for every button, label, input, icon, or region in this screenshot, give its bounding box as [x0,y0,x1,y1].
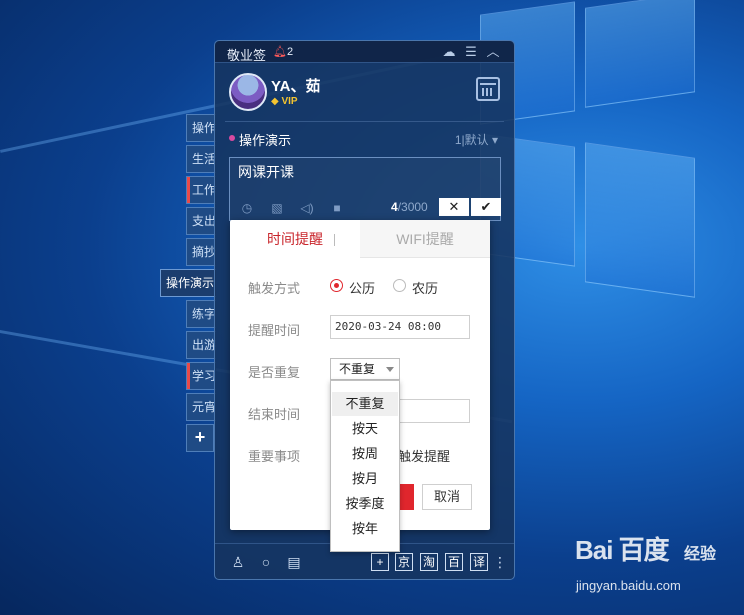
wallpaper-pane [585,0,695,108]
category-tab-label: 支出 [192,214,216,228]
category-tab-8[interactable]: 学习 [186,362,216,390]
tab-time-reminder[interactable]: 时间提醒 [230,220,360,258]
notification-count: 2 [287,46,294,58]
avatar[interactable] [229,73,267,111]
category-tab-label: 摘抄 [192,245,216,259]
end-time-label: 结束时间 [248,407,301,422]
cancel-button[interactable]: 取消 [422,484,472,510]
collapse-icon[interactable]: ︿ [485,44,501,60]
solar-label: 公历 [349,281,376,296]
add-category-button[interactable]: + [186,424,214,452]
lunar-radio[interactable] [393,279,406,292]
note-confirm-button[interactable]: ✔ [471,198,501,216]
category-tab-label: 练字 [192,307,216,321]
note-toolbar: ◷ ▧ ◁) ■ 4/3000 ✕ ✔ [229,198,501,218]
menu-icon[interactable]: ☰ [463,44,479,60]
user-share-icon[interactable]: ♙ [229,553,247,571]
sort-label: 1|默认 [454,133,489,147]
cloud-sync-icon[interactable]: ☁ [441,44,457,60]
category-tab-0[interactable]: 操作 [186,114,216,142]
list-icon[interactable]: ▤ [285,553,303,571]
char-count-max: /3000 [397,200,428,214]
wallpaper-pane [585,142,695,298]
repeat-option[interactable]: 按季度 [332,492,398,516]
char-count: 4/3000 [391,200,428,214]
trigger-mode-label: 触发方式 [248,281,301,296]
note-cancel-button[interactable]: ✕ [439,198,469,216]
note-text[interactable]: 网课开课 [238,162,294,182]
important-label: 重要事项 [248,449,301,464]
vip-badge: ◆ VIP [271,96,298,107]
repeat-option[interactable]: 不重复 [332,392,398,416]
repeat-option[interactable]: 按年 [332,517,398,541]
search-icon[interactable]: ○ [257,553,275,571]
add-button[interactable]: + [371,553,389,571]
baike-button[interactable]: 百 [445,553,463,571]
username: YA、茹 [271,78,321,95]
category-dot-icon [229,135,235,141]
reminder-time-input[interactable]: 2020-03-24 08:00 [330,315,470,339]
repeat-option[interactable]: 按周 [332,442,398,466]
title-bar: 敬业签 🔔︎ 2 ☁ ☰ ︿ [215,41,514,63]
divider [225,121,504,122]
repeat-label: 是否重复 [248,365,301,380]
baidu-logo: Bai 百度 [575,535,670,565]
tab-wifi-reminder[interactable]: WIFI提醒 [360,220,490,258]
category-tab-label: 学习 [192,369,216,383]
category-color-mark [187,363,190,389]
repeat-option[interactable]: 按月 [332,467,398,491]
category-tab-2[interactable]: 工作 [186,176,216,204]
more-icon[interactable]: ⋮ [491,553,509,571]
category-tab-label: 出游 [192,338,216,352]
category-tab-1[interactable]: 生活 [186,145,216,173]
category-tab-5[interactable]: 操作演示 [160,269,216,297]
category-tab-label: 元宵 [192,400,216,414]
category-tab-3[interactable]: 支出 [186,207,216,235]
reminder-time-label: 提醒时间 [248,323,301,338]
lunar-label: 农历 [412,281,439,296]
jd-button[interactable]: 京 [395,553,413,571]
repeat-select[interactable]: 不重复 [330,358,400,380]
stop-icon[interactable]: ■ [329,200,345,216]
trigger-alert-label: 触发提醒 [398,449,451,464]
category-tab-label: 操作 [192,121,216,135]
clock-icon[interactable]: ◷ [239,200,255,216]
category-tab-9[interactable]: 元宵 [186,393,216,421]
tab-separator [334,234,335,246]
category-title: 操作演示 [239,133,292,148]
category-tab-label: 工作 [192,183,216,197]
watermark-url: jingyan.baidu.com [576,578,681,593]
calendar-icon[interactable] [476,77,500,101]
vip-badge-label: VIP [281,96,298,107]
diamond-icon: ◆ [271,96,282,107]
jingyan-label: 经验 [684,546,717,563]
repeat-select-value: 不重复 [339,362,376,376]
category-color-mark [187,177,190,203]
category-tab-4[interactable]: 摘抄 [186,238,216,266]
category-tab-label: 生活 [192,152,216,166]
char-count-current: 4 [391,200,398,214]
bell-icon[interactable]: 🔔︎ [273,45,287,58]
solar-radio[interactable] [330,279,343,292]
app-title: 敬业签 [227,48,267,63]
image-icon[interactable]: ▧ [269,200,285,216]
category-tab-label: 操作演示 [166,276,215,290]
repeat-option[interactable]: 按天 [332,417,398,441]
voice-icon[interactable]: ◁) [299,200,315,216]
chevron-down-icon [386,367,394,372]
translate-button[interactable]: 译 [470,553,488,571]
sort-dropdown[interactable]: 1|默认 ▾ [455,131,498,148]
repeat-dropdown: 不重复 按天 按周 按月 按季度 按年 [330,380,400,552]
taobao-button[interactable]: 淘 [420,553,438,571]
category-tab-6[interactable]: 练字 [186,300,216,328]
category-tab-7[interactable]: 出游 [186,331,216,359]
